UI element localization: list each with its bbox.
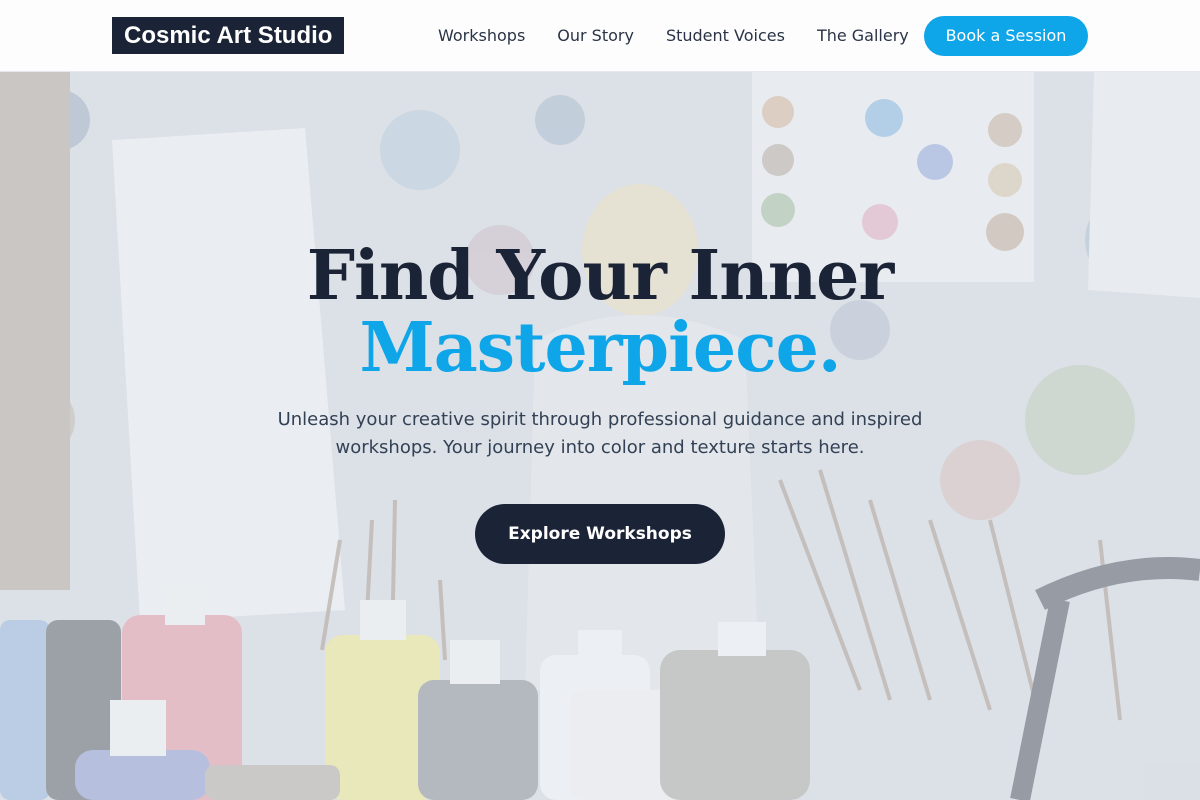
site-logo[interactable]: Cosmic Art Studio <box>112 17 345 54</box>
nav-link-workshops[interactable]: Workshops <box>438 24 525 48</box>
nav-link-our-story[interactable]: Our Story <box>557 24 634 48</box>
main-nav: Workshops Our Story Student Voices The G… <box>438 24 909 48</box>
book-session-button[interactable]: Book a Session <box>924 16 1088 56</box>
site-header: Cosmic Art Studio Workshops Our Story St… <box>0 0 1200 72</box>
nav-link-the-gallery[interactable]: The Gallery <box>817 24 909 48</box>
hero-section: Find Your Inner Masterpiece. Unleash you… <box>0 240 1200 564</box>
explore-workshops-button[interactable]: Explore Workshops <box>475 504 725 564</box>
hero-title-line1: Find Your Inner <box>306 236 894 316</box>
hero-title-line2: Masterpiece. <box>359 308 841 388</box>
nav-link-student-voices[interactable]: Student Voices <box>666 24 785 48</box>
hero-title: Find Your Inner Masterpiece. <box>0 240 1200 384</box>
hero-subtitle: Unleash your creative spirit through pro… <box>277 409 923 458</box>
